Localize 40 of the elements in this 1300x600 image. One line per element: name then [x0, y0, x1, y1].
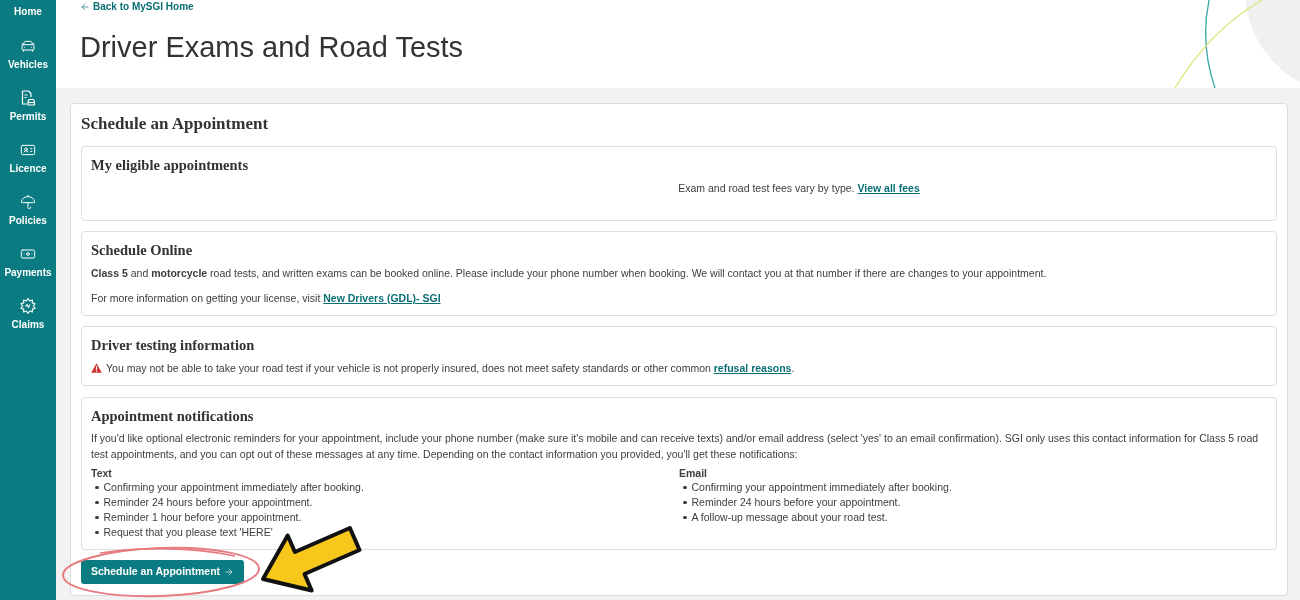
back-link[interactable]: Back to MySGI Home — [80, 0, 194, 14]
umbrella-icon — [20, 194, 36, 210]
starburst-icon — [20, 298, 36, 314]
banknote-icon — [20, 246, 36, 262]
arrow-right-icon — [224, 567, 235, 577]
column-heading: Text — [91, 466, 112, 480]
panel-title: Driver testing information — [91, 336, 255, 355]
booking-info-text: Class 5 and motorcycle road tests, and written exams can be booked online. Please include your phone number when booking. We will contact you at that number if there are changes to your appointment. — [91, 266, 1047, 281]
bullet-icon — [683, 515, 687, 520]
id-card-icon — [20, 142, 36, 158]
list-item-text: Confirming your appointment immediately after booking. — [103, 480, 364, 495]
column-heading: Email — [679, 466, 707, 480]
panel-title: My eligible appointments — [91, 156, 249, 175]
list-item-text: A follow-up message about your road test. — [691, 510, 888, 525]
list-item-text: Confirming your appointment immediately after booking. — [691, 480, 952, 495]
bullet-icon — [95, 530, 99, 535]
notifications-intro-text: If you'd like optional electronic reminders for your appointment, include your phone number (make sure it's mobile and can receive texts) and/or email address (select 'yes' to an email confirmation). SGI only uses this contact information for Class 5 road test appointments, and you can opt out of these messages at any time. Depending on the contact information you provided, you'll get these notifications: — [91, 431, 1260, 462]
warning-text: You may not be able to take your road test if your vehicle is not properly insured, does not meet safety standards or other common refusal reasons. — [106, 361, 795, 376]
card-title: Schedule an Appointment — [81, 114, 269, 134]
warning-icon — [91, 363, 102, 373]
list-item-text: Reminder 24 hours before your appointment. — [691, 495, 901, 510]
fees-note: Exam and road test fees vary by type. View all fees — [678, 181, 920, 195]
bullet-icon — [683, 500, 687, 505]
view-all-fees-link[interactable]: View all fees — [857, 182, 920, 194]
bullet-icon — [95, 500, 99, 505]
arrow-left-icon — [80, 2, 90, 12]
list-item-text: Reminder 24 hours before your appointment. — [103, 495, 313, 510]
new-drivers-link[interactable]: New Drivers (GDL)- SGI — [323, 292, 441, 304]
page-title: Driver Exams and Road Tests — [80, 30, 464, 65]
panel-title: Appointment notifications — [91, 407, 254, 426]
bullet-icon — [95, 515, 99, 520]
document-car-icon — [20, 90, 36, 106]
list-item-text: Request that you please text 'HERE' — [103, 525, 273, 540]
car-icon — [20, 38, 36, 54]
license-info-text: For more information on getting your license, visit New Drivers (GDL)- SGI — [91, 291, 441, 306]
panel-title: Schedule Online — [91, 241, 193, 260]
schedule-appointment-button[interactable]: Schedule an Appointment — [81, 560, 245, 584]
bullet-icon — [683, 485, 687, 490]
bullet-icon — [95, 485, 99, 490]
list-item-text: Reminder 1 hour before your appointment. — [103, 510, 302, 525]
